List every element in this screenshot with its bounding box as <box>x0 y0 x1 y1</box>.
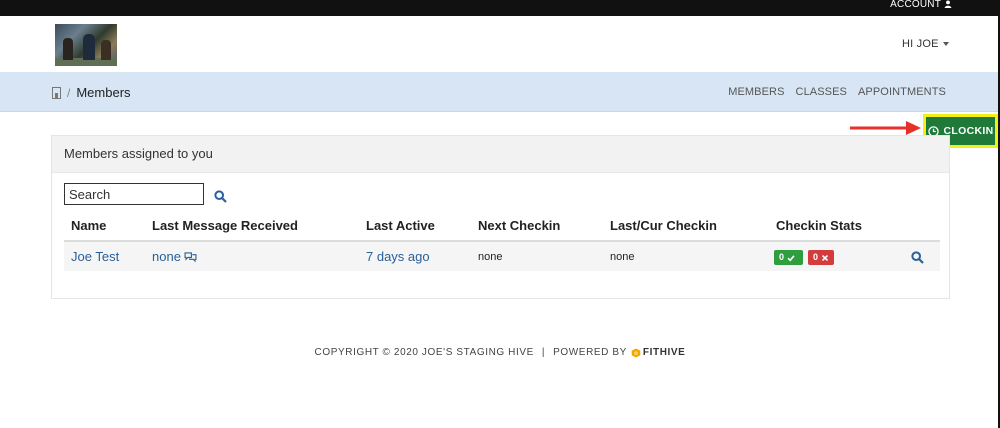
checkin-ok-count: 0 <box>779 252 785 262</box>
footer: COPYRIGHT © 2020 JOE'S STAGING HIVE | PO… <box>0 347 1000 358</box>
times-icon <box>821 254 829 261</box>
table-row: Joe Test none 7 days ago none none 0 0 <box>64 242 940 271</box>
footer-powered-by: POWERED BY <box>553 347 627 358</box>
chat-icon <box>184 251 197 262</box>
footer-separator: | <box>541 347 546 358</box>
members-panel: Members assigned to you Name Last Messag… <box>51 135 950 299</box>
nav-links: MEMBERS CLASSES APPOINTMENTS <box>728 86 946 98</box>
red-arrow-annotation <box>850 121 921 135</box>
checkin-missed-count: 0 <box>813 252 819 262</box>
account-menu[interactable]: ACCOUNT <box>890 0 952 12</box>
search-input[interactable] <box>64 183 204 205</box>
caret-down-icon <box>942 42 949 46</box>
breadcrumb-separator: / <box>67 85 71 100</box>
next-checkin-value: none <box>478 251 503 263</box>
col-checkin-stats[interactable]: Checkin Stats <box>776 218 862 233</box>
last-cur-checkin-value: none <box>610 251 635 263</box>
account-label: ACCOUNT <box>890 0 941 10</box>
table-header: Name Last Message Received Last Active N… <box>64 216 940 242</box>
user-greeting: HI JOE <box>902 38 939 50</box>
col-last-cur-checkin[interactable]: Last/Cur Checkin <box>610 218 717 233</box>
home-icon[interactable] <box>52 86 61 99</box>
footer-copyright: COPYRIGHT © 2020 JOE'S STAGING HIVE <box>314 347 534 358</box>
view-member-search-icon[interactable] <box>911 251 924 264</box>
hexagon-icon <box>631 348 641 357</box>
breadcrumb-current: Members <box>76 85 131 100</box>
checkin-missed-badge: 0 <box>808 250 834 265</box>
check-icon <box>787 254 795 261</box>
nav-classes[interactable]: CLASSES <box>796 86 847 98</box>
user-icon <box>944 0 952 8</box>
last-message-link[interactable]: none <box>152 249 197 264</box>
user-dropdown[interactable]: HI JOE <box>902 38 949 50</box>
panel-title: Members assigned to you <box>52 136 949 173</box>
fithive-logo[interactable]: FITHIVE <box>631 347 686 358</box>
fithive-brand: FITHIVE <box>642 347 686 358</box>
checkin-ok-badge: 0 <box>774 250 803 265</box>
col-name[interactable]: Name <box>71 218 106 233</box>
clockin-label: CLOCKIN <box>943 125 994 137</box>
nav-appointments[interactable]: APPOINTMENTS <box>858 86 946 98</box>
nav-members[interactable]: MEMBERS <box>728 86 784 98</box>
last-message-text: none <box>152 249 181 264</box>
last-active-link[interactable]: 7 days ago <box>366 249 430 264</box>
col-last-active[interactable]: Last Active <box>366 218 435 233</box>
search-icon[interactable] <box>214 190 227 203</box>
member-name-link[interactable]: Joe Test <box>71 249 119 264</box>
col-next-checkin[interactable]: Next Checkin <box>478 218 560 233</box>
breadcrumb: / Members <box>52 85 131 100</box>
top-bar: ACCOUNT <box>0 0 1000 16</box>
col-last-message[interactable]: Last Message Received <box>152 218 298 233</box>
gym-logo[interactable] <box>55 24 117 66</box>
